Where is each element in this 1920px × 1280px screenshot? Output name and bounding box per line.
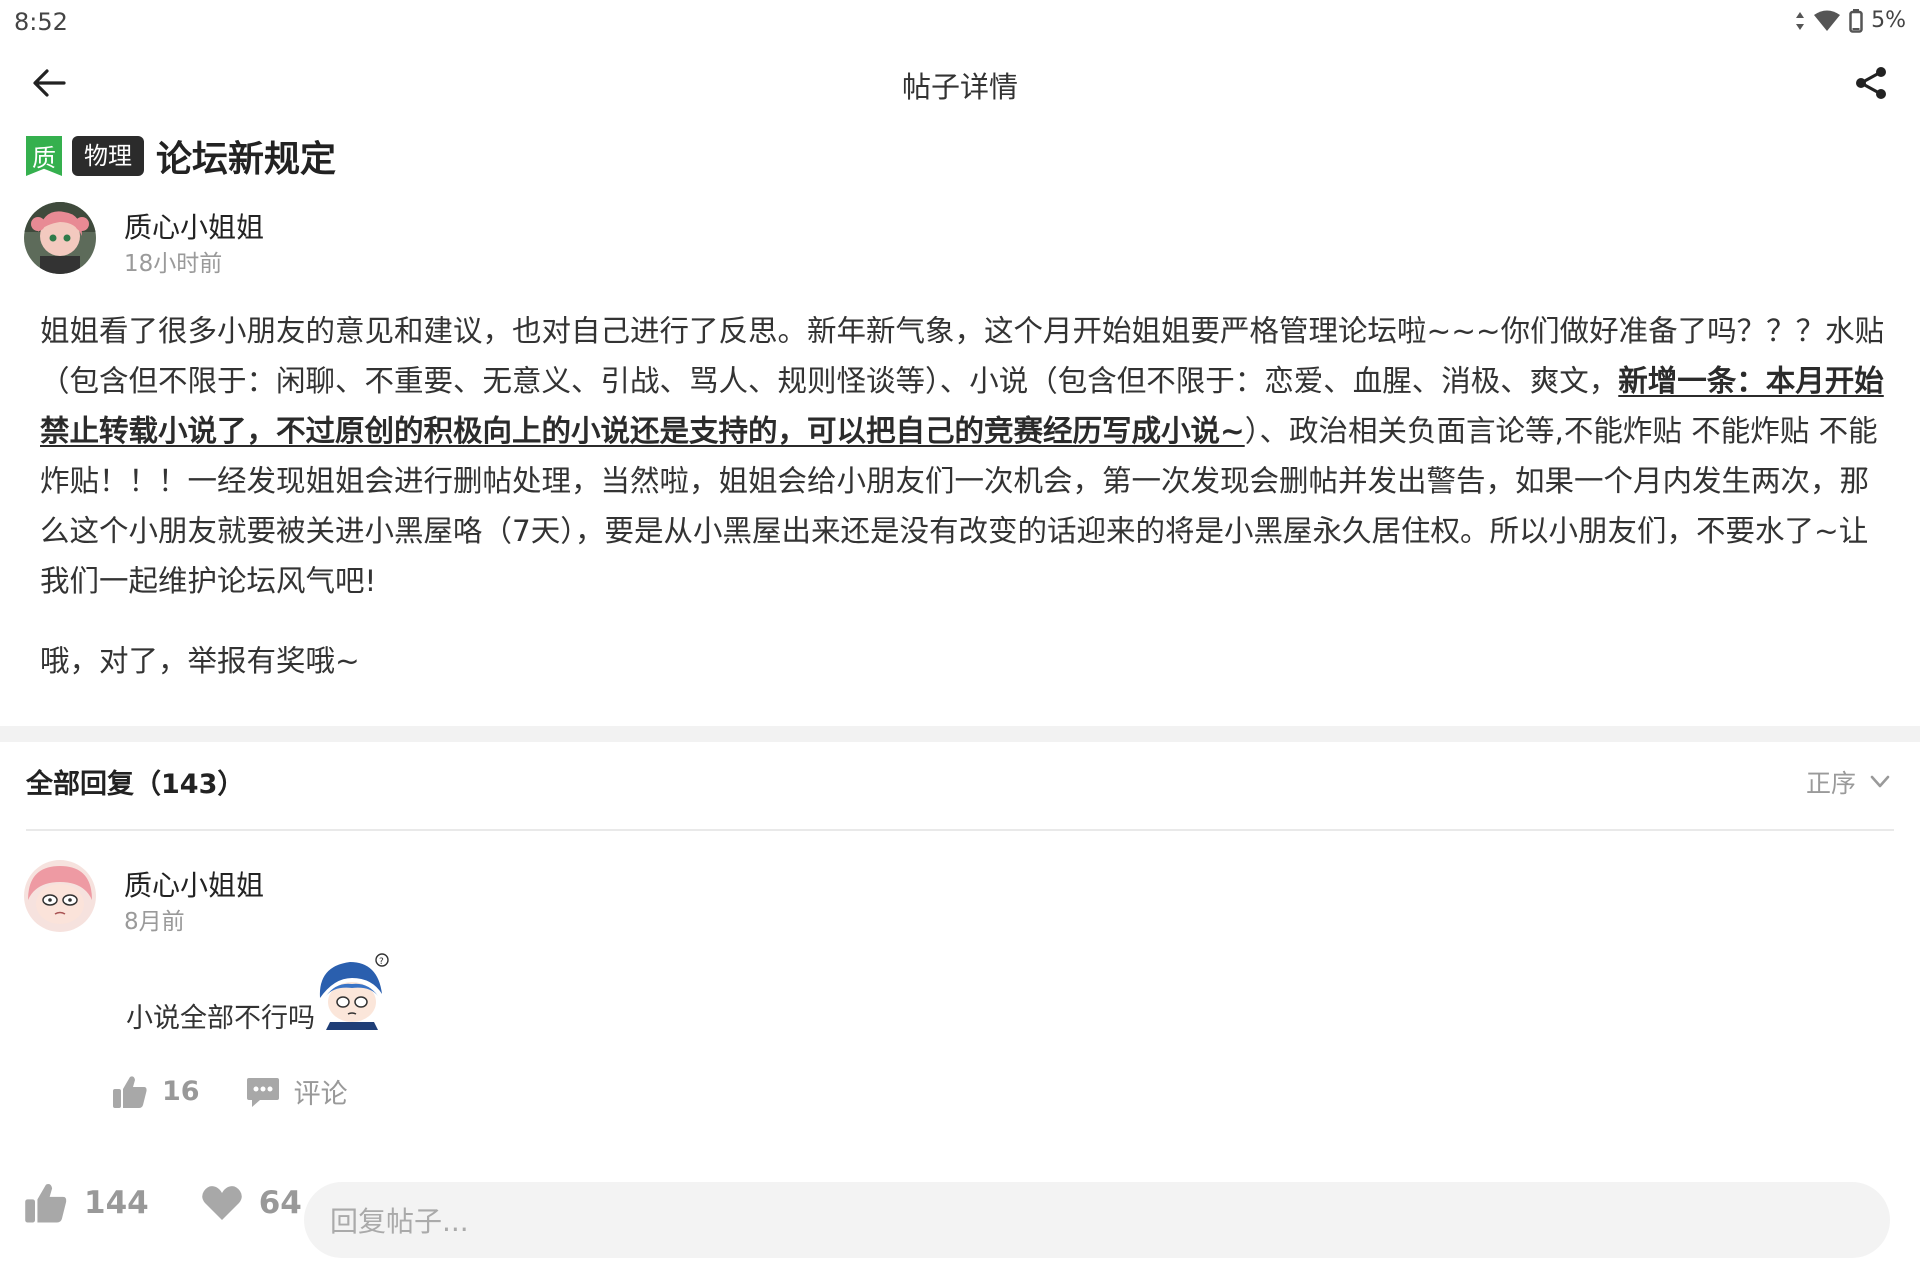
reply-time: 8月前 [124,909,185,935]
battery-icon [1849,8,1863,33]
reply-input[interactable]: 回复帖子... [304,1182,1890,1258]
reply-input-placeholder: 回复帖子... [330,1205,469,1238]
svg-text:?: ? [379,957,384,967]
author-avatar[interactable] [24,202,96,274]
status-time: 8:52 [14,8,68,36]
post-body-text: 姐姐看了很多小朋友的意见和建议，也对自己进行了反思。新年新气象，这个月开始姐姐要… [40,314,1885,398]
sticker-emoji: ? [319,953,389,1030]
section-divider [0,726,1920,742]
post-note: 哦，对了，举报有奖哦~ [40,644,360,678]
reply-actions: 16 评论 [112,1072,348,1111]
author-name[interactable]: 质心小姐姐 [124,206,264,246]
sort-dropdown[interactable]: 正序 [1806,764,1890,800]
status-icons: 5% [1795,8,1906,33]
reply-comment-label: 评论 [293,1079,348,1110]
page-title: 帖子详情 [901,70,1018,104]
wifi-icon [1814,10,1841,31]
heart-icon [201,1186,242,1220]
data-arrows-icon [1796,11,1805,30]
bottom-action-bar: 144 64 [24,1182,302,1224]
share-icon [1856,67,1886,99]
sort-label: 正序 [1805,769,1856,798]
post-favorite-button[interactable]: 64 [201,1184,302,1222]
chevron-down-icon [1870,775,1890,788]
post-like-button[interactable]: 144 [24,1182,149,1224]
post-title: 论坛新规定 [156,139,337,180]
reply-author-name[interactable]: 质心小姐姐 [124,864,264,904]
avatar-image [24,860,96,932]
post-title-row: 质 物理 论坛新规定 [26,130,336,182]
reply-avatar[interactable] [24,860,96,932]
reply-comment-button[interactable]: 评论 [246,1072,348,1111]
thumbs-up-icon [113,1075,147,1108]
sticker-image: ? [316,952,390,1030]
divider [26,829,1894,831]
post-time: 18小时前 [124,251,223,277]
post-favorite-count: 64 [258,1185,302,1221]
reply-text: 小说全部不行吗 [126,1003,315,1034]
avatar-image [24,202,96,274]
thumbs-up-icon [25,1183,67,1223]
replies-heading: 全部回复（143） [26,769,245,800]
post-body: 姐姐看了很多小朋友的意见和建议，也对自己进行了反思。新年新气象，这个月开始姐姐要… [40,306,1890,606]
post-like-count: 144 [84,1185,149,1221]
battery-percent: 5% [1871,8,1906,33]
comment-icon [246,1077,279,1107]
quality-badge: 质 [26,136,62,176]
share-button[interactable] [1846,58,1896,108]
reply-like-button[interactable]: 16 [112,1075,200,1109]
reply-like-count: 16 [162,1076,200,1107]
subject-tag[interactable]: 物理 [72,136,144,176]
